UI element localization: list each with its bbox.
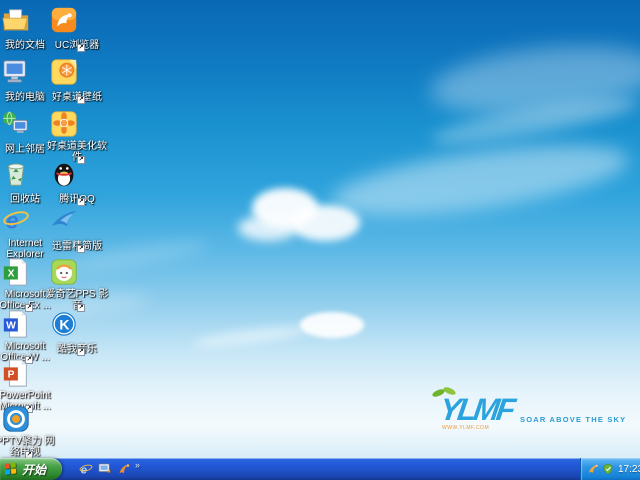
powerpoint-icon: P ↗ [1, 358, 49, 413]
svg-text:e: e [6, 208, 19, 234]
ylmf-subtext: WWW.YLMF.COM [442, 425, 490, 431]
cloud-streak [191, 322, 311, 351]
ylmf-logo: YLMF WWW.YLMF.COM SOAR ABOVE THE SKY [430, 386, 625, 439]
internet-explorer-icon: e [1, 206, 49, 236]
desktop-icon-uc-browser[interactable]: ↗ UC浏览器 [49, 5, 105, 53]
desktop-icon-kuwo-music[interactable]: K ↗ 酷我音乐 [49, 309, 105, 357]
uc-browser-icon: ↗ [49, 5, 105, 52]
desktop-icon-haozhuodao-beautify[interactable]: ↗ 好桌道美化软 件 [47, 109, 107, 165]
svg-text:W: W [6, 321, 16, 332]
my-computer-icon [1, 57, 49, 87]
cirrus-streak [327, 131, 633, 229]
recycle-bin-icon [1, 159, 49, 189]
pps-face-icon: ↗ [49, 257, 105, 312]
start-button[interactable]: 开始 [0, 458, 63, 480]
taskbar: 开始 e » 17:23 [0, 458, 640, 480]
system-tray: 17:23 [580, 458, 640, 480]
shortcut-arrow-icon: ↗ [77, 44, 85, 52]
desktop: YLMF WWW.YLMF.COM SOAR ABOVE THE SKY 我的文… [0, 0, 640, 480]
desktop-icon-iqiyi-pps[interactable]: ↗ 爱奇艺PPS 影 音 [46, 257, 108, 313]
quick-launch-overflow-chevron[interactable]: » [135, 461, 140, 470]
pptv-icon: ↗ [1, 404, 49, 459]
shortcut-arrow-icon: ↗ [77, 198, 85, 206]
blue-bird-icon: ↗ [49, 206, 105, 253]
svg-text:P: P [8, 370, 15, 381]
desktop-icon-pptv[interactable]: ↗ PPTV聚力 网 络电视 [0, 404, 54, 460]
excel-icon: X ↗ [1, 257, 49, 312]
desktop-icon-internet-explorer[interactable]: e Internet Explorer [1, 206, 49, 262]
my-documents-icon [1, 5, 49, 35]
start-button-label: 开始 [22, 462, 47, 477]
small-cloud [300, 312, 364, 338]
qq-penguin-icon: ↗ [49, 159, 105, 206]
desktop-icon-ms-word[interactable]: W ↗ Microsoft Office W ... [0, 309, 50, 365]
orange-flower-icon: ↗ [49, 109, 105, 164]
internet-explorer-quicklaunch-icon[interactable]: e [78, 462, 93, 477]
word-icon: W ↗ [1, 309, 49, 364]
orange-swoosh-app-icon[interactable] [116, 462, 131, 477]
orange-slice-icon: ↗ [49, 57, 105, 104]
shortcut-arrow-icon: ↗ [77, 96, 85, 104]
cumulus-cloud [238, 215, 298, 241]
desktop-icon-tencent-qq[interactable]: ↗ 腾讯QQ [49, 159, 105, 207]
shortcut-arrow-icon: ↗ [77, 245, 85, 253]
windows-logo-icon [4, 461, 19, 477]
desktop-icon-xunlei-lite[interactable]: ↗ 迅雷精简版 [49, 206, 105, 254]
tray-orange-swoosh-icon[interactable] [587, 463, 599, 475]
kuwo-k-icon: K ↗ [49, 309, 105, 356]
svg-text:K: K [59, 317, 70, 333]
tray-clock[interactable]: 17:23 [618, 464, 640, 475]
ylmf-brand-text: YLMF [437, 392, 515, 427]
tray-green-shield-icon[interactable] [602, 463, 614, 475]
desktop-icon-haozhuodao-wallpaper[interactable]: ↗ 好桌道壁纸 [49, 57, 105, 105]
show-desktop-icon[interactable] [97, 462, 112, 477]
shortcut-arrow-icon: ↗ [77, 348, 85, 356]
network-globe-icon [1, 109, 49, 139]
ylmf-tagline: SOAR ABOVE THE SKY [520, 415, 627, 424]
svg-text:X: X [8, 269, 15, 280]
quick-launch-bar: e » [72, 458, 140, 480]
